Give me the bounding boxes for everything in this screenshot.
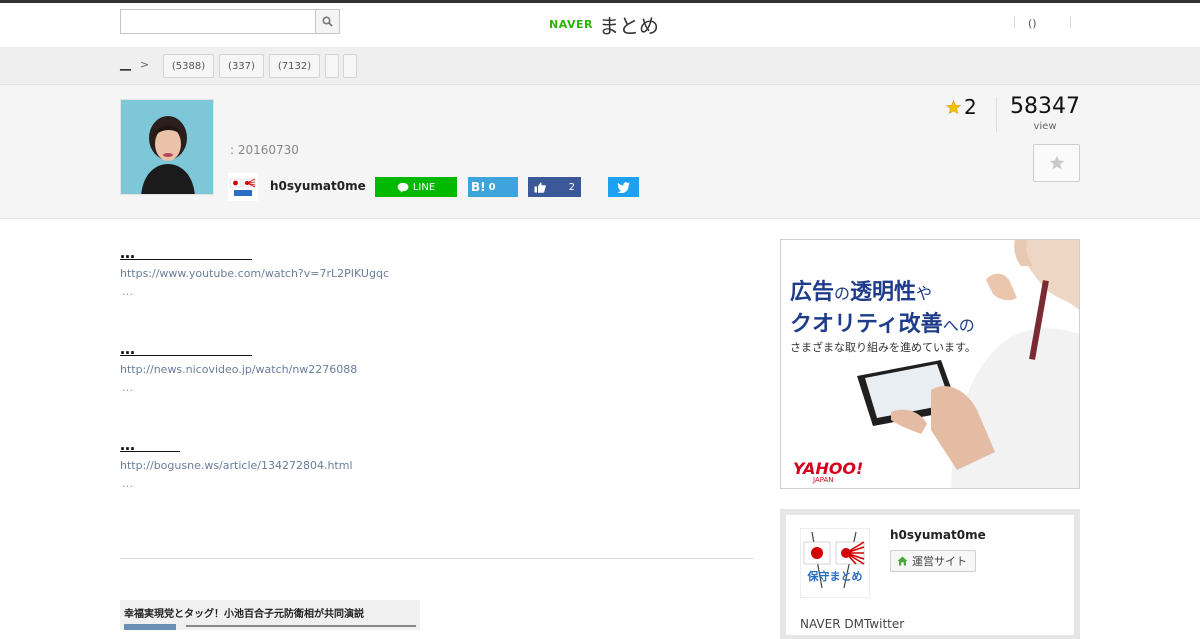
profile-description: NAVER DMTwitter <box>800 617 905 631</box>
tag-item[interactable] <box>325 54 339 78</box>
item-title[interactable]: … <box>120 342 252 357</box>
ad-subline: さまざまな取り組みを進めています。 <box>790 341 976 354</box>
add-favorite-button[interactable] <box>1033 144 1080 182</box>
embedded-article-title: 幸福実現党とタッグ！小池百合子元防衛相が共同演説 <box>124 609 364 620</box>
share-line-button[interactable]: LINE <box>375 177 457 197</box>
search-icon <box>322 16 333 27</box>
share-hatena-count: 0 <box>488 181 496 193</box>
share-hatena-button[interactable]: B! 0 <box>468 177 518 197</box>
ad-banner[interactable]: 広告の透明性や クオリティ改善への さまざまな取り組みを進めています。 YAHO… <box>780 239 1080 489</box>
star-icon <box>946 99 961 114</box>
created-date: : 20160730 <box>230 143 299 157</box>
view-count-label: view <box>1033 121 1057 132</box>
header-user-link[interactable]: () <box>1028 17 1037 30</box>
content-divider <box>120 558 754 559</box>
operated-sites-button[interactable]: 運営サイト <box>890 550 976 572</box>
favorite-count: 2 <box>946 95 977 119</box>
embedded-text-line <box>186 625 416 627</box>
item-description: … <box>122 381 133 394</box>
ad-headline-1: 広告の透明性や <box>790 280 933 305</box>
line-icon <box>397 182 409 192</box>
search-input[interactable] <box>120 9 316 34</box>
tag-item[interactable]: (5388) <box>163 54 214 78</box>
profile-avatar[interactable]: 保守まとめ <box>800 528 870 598</box>
item-link-url[interactable]: https://www.youtube.com/watch?v=7rL2PIKU… <box>120 267 389 280</box>
share-facebook-count: 2 <box>568 181 575 193</box>
site-logo[interactable]: NAVER まとめ <box>549 10 659 38</box>
item-description: … <box>122 477 133 490</box>
matome-thumbnail <box>120 99 214 195</box>
logo-naver-text: NAVER <box>549 17 593 31</box>
header-separator <box>1014 17 1015 28</box>
search-button[interactable] <box>315 9 340 34</box>
item-link-url[interactable]: http://news.nicovideo.jp/watch/nw2276088 <box>120 363 357 376</box>
item-title[interactable]: … <box>120 246 252 261</box>
embedded-photo <box>124 624 176 630</box>
svg-text:保守まとめ: 保守まとめ <box>807 569 863 583</box>
embedded-article-image[interactable]: 幸福実現党とタッグ！小池百合子元防衛相が共同演説 <box>120 600 420 630</box>
operated-sites-label: 運営サイト <box>912 555 967 568</box>
logo-matome-text: まとめ <box>598 13 659 38</box>
item-title[interactable]: … <box>120 438 180 453</box>
favorite-count-value: 2 <box>964 95 977 119</box>
header-separator <box>1070 17 1071 28</box>
home-icon <box>897 556 908 566</box>
chevron-right-icon: > <box>140 58 150 71</box>
yahoo-logo-sub: JAPAN <box>813 476 834 484</box>
share-twitter-button[interactable] <box>608 177 639 197</box>
hatena-bookmark-icon: B! <box>471 180 486 194</box>
twitter-bird-icon <box>617 181 630 193</box>
author-name[interactable]: h0syumat0me <box>270 179 366 193</box>
tag-item[interactable]: (7132) <box>269 54 320 78</box>
ad-headline-2: クオリティ改善への <box>790 312 975 337</box>
star-outline-icon <box>1049 155 1064 170</box>
tag-item[interactable] <box>343 54 357 78</box>
profile-name[interactable]: h0syumat0me <box>890 528 986 542</box>
breadcrumb-home-link[interactable]: __ <box>120 58 131 71</box>
thumbs-up-icon <box>534 182 546 193</box>
item-link-url[interactable]: http://bogusne.ws/article/134272804.html <box>120 459 353 472</box>
share-facebook-button[interactable]: 2 <box>528 177 581 197</box>
view-count: 58347 <box>1010 94 1080 119</box>
share-line-label: LINE <box>412 181 436 193</box>
tag-item[interactable]: (337) <box>219 54 264 78</box>
item-description: … <box>122 285 133 298</box>
stats-separator <box>996 97 997 132</box>
author-avatar[interactable] <box>228 173 258 201</box>
